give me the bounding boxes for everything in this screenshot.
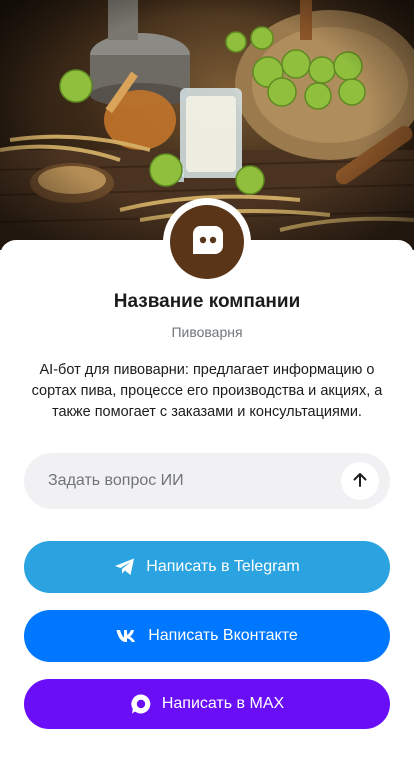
max-button[interactable]: Написать в MAX (24, 679, 390, 729)
vk-button-label: Написать Вконтакте (148, 627, 298, 644)
avatar (163, 198, 251, 286)
company-description: AI-бот для пивоварни: предлагает информа… (31, 362, 383, 420)
company-name: Название компании (113, 291, 301, 312)
arrow-up-icon (351, 471, 369, 492)
company-type: Пивоварня (171, 324, 243, 340)
vk-icon (116, 629, 138, 643)
ask-ai-input[interactable] (48, 453, 348, 509)
avatar-circle (170, 205, 244, 279)
telegram-button[interactable]: Написать в Telegram (24, 541, 390, 593)
telegram-button-label: Написать в Telegram (146, 558, 300, 575)
max-icon (130, 693, 152, 715)
chat-bubble-icon (189, 222, 225, 263)
vk-button[interactable]: Написать Вконтакте (24, 610, 390, 662)
ask-ai-box (24, 453, 390, 509)
max-button-label: Написать в MAX (161, 695, 285, 712)
telegram-icon (114, 557, 136, 577)
ask-send-button[interactable] (341, 462, 379, 500)
